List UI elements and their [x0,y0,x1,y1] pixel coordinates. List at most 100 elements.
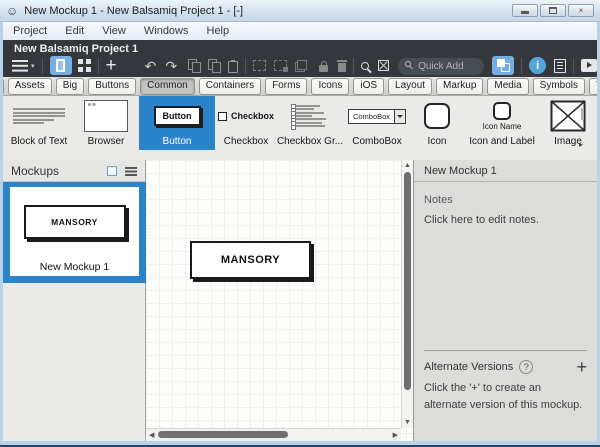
hamburger-icon [12,60,28,72]
redo-button[interactable]: ↷ [165,59,177,73]
transform-button[interactable] [378,60,389,71]
window-border-bottom [0,441,600,447]
notes-placeholder[interactable]: Click here to edit notes. [424,214,539,226]
tab-symbols[interactable]: Symbols [533,78,585,95]
trash-icon [338,63,346,72]
toolbar-divider [521,58,522,74]
magnifier-icon [361,62,369,70]
library-strip: Block of Text Browser Button Button Chec… [3,96,597,160]
toolbar-row: ▾ + ↶ ↷ i [12,55,590,76]
scroll-down-icon[interactable]: ▼ [404,419,411,426]
grid-view-button[interactable] [78,59,91,72]
close-button[interactable]: × [568,4,594,17]
inspector-panel: New Mockup 1 Notes Click here to edit no… [413,160,597,441]
paste-icon [228,61,238,73]
tab-ios[interactable]: iOS [353,78,384,95]
ungroup-icon [274,60,287,71]
canvas-vertical-scrollbar[interactable]: ▲ ▼ [401,160,413,428]
notes-heading: Notes [424,194,453,206]
tab-buttons[interactable]: Buttons [88,78,136,95]
balsamiq-smiley-icon: ☺ [6,5,18,17]
browser-preview [84,100,128,132]
ungroup-button[interactable] [274,60,287,71]
mockup-thumbnail-selected[interactable]: MANSORY New Mockup 1 [3,182,146,283]
title-bar[interactable]: ☺ New Mockup 1 - New Balsamiq Project 1 … [0,0,600,22]
canvas-button-widget[interactable]: MANSORY [190,241,311,279]
combobox-preview: ComboBox [348,109,406,124]
library-item-checkbox-group[interactable]: Checkbox Gr... [277,96,343,150]
icon-and-label-preview: Icon Name [483,102,522,131]
lock-icon [319,65,328,72]
toolbar-divider [573,58,574,74]
toolbar-divider [98,58,99,74]
inspector-toggle-button[interactable]: i [529,57,546,74]
help-icon[interactable]: ? [519,360,533,374]
tab-markup[interactable]: Markup [436,78,483,95]
scroll-right-icon[interactable]: ▶ [393,431,398,439]
undo-icon: ↶ [145,59,157,73]
tab-media[interactable]: Media [487,78,528,95]
notes-toggle-button[interactable] [554,59,566,73]
menu-bar: Project Edit View Windows Help [0,22,600,40]
library-item-combobox[interactable]: ComboBox ComboBox [343,96,411,150]
menu-help[interactable]: Help [198,25,239,37]
mockups-menu-icon[interactable] [125,166,137,176]
minimize-button[interactable] [512,4,538,17]
alternate-versions-hint: Click the '+' to create an alternate ver… [424,380,584,413]
menu-view[interactable]: View [93,25,135,37]
mockups-panel-title: Mockups [11,164,107,178]
canvas-horizontal-scrollbar[interactable]: ◀ ▶ [146,428,401,441]
main-area: Mockups MANSORY New Mockup 1 MANSORY ▲ ▼… [3,160,597,441]
scroll-up-icon[interactable]: ▲ [404,162,411,169]
group-button[interactable] [253,60,266,71]
paste-button[interactable] [228,59,238,73]
project-menu-button[interactable]: ▾ [12,60,35,72]
tab-big[interactable]: Big [56,78,84,95]
mockup-view-button[interactable] [50,56,72,75]
tab-layout[interactable]: Layout [388,78,432,95]
duplicate-button[interactable] [208,59,220,72]
library-item-checkbox[interactable]: Checkbox Checkbox [215,96,277,150]
library-item-icon-and-label[interactable]: Icon Name Icon and Label [463,96,541,150]
tab-forms[interactable]: Forms [265,78,307,95]
lock-button[interactable] [319,59,328,72]
maximize-button[interactable] [540,4,566,17]
tab-icons[interactable]: Icons [311,78,349,95]
alternate-versions-row: Alternate Versions ? + [424,358,587,376]
mockups-panel: Mockups MANSORY New Mockup 1 [3,160,146,441]
undo-button[interactable]: ↶ [145,59,157,73]
maximize-icon [549,7,557,14]
library-item-block-of-text[interactable]: Block of Text [5,96,73,150]
notes-icon [554,59,566,73]
toolbar-divider [353,58,354,74]
library-item-browser[interactable]: Browser [73,96,139,150]
mockup-thumbnail-card: MANSORY New Mockup 1 [10,187,139,276]
toolbar-divider [42,58,43,74]
presentation-button[interactable] [581,59,597,72]
vertical-scrollbar-thumb[interactable] [404,172,411,390]
strip-next-icon[interactable]: ▸ [579,140,583,149]
scroll-left-icon[interactable]: ◀ [149,431,154,439]
copy-button[interactable] [188,59,200,72]
add-alternate-button[interactable]: + [576,358,587,376]
thumbnail-size-icon[interactable] [107,166,117,176]
menu-edit[interactable]: Edit [56,25,93,37]
new-mockup-button[interactable]: + [106,56,117,75]
quick-add-wrap [398,56,484,75]
zoom-button[interactable] [361,62,369,70]
library-item-button[interactable]: Button Button [139,96,215,150]
horizontal-scrollbar-thumb[interactable] [158,431,288,438]
menu-windows[interactable]: Windows [135,25,198,37]
tab-containers[interactable]: Containers [199,78,261,95]
menu-project[interactable]: Project [4,25,56,37]
canvas[interactable]: MANSORY ▲ ▼ ◀ ▶ [146,160,413,441]
library-item-image[interactable]: Image [541,96,595,150]
library-item-icon[interactable]: Icon [411,96,463,150]
layers-button[interactable] [295,60,307,72]
delete-button[interactable] [338,60,346,72]
tab-common[interactable]: Common [140,78,195,95]
search-icon [405,61,411,67]
tab-assets[interactable]: Assets [8,78,52,95]
dropdown-arrow-icon [394,110,405,123]
ui-library-toggle-button[interactable] [492,56,514,75]
